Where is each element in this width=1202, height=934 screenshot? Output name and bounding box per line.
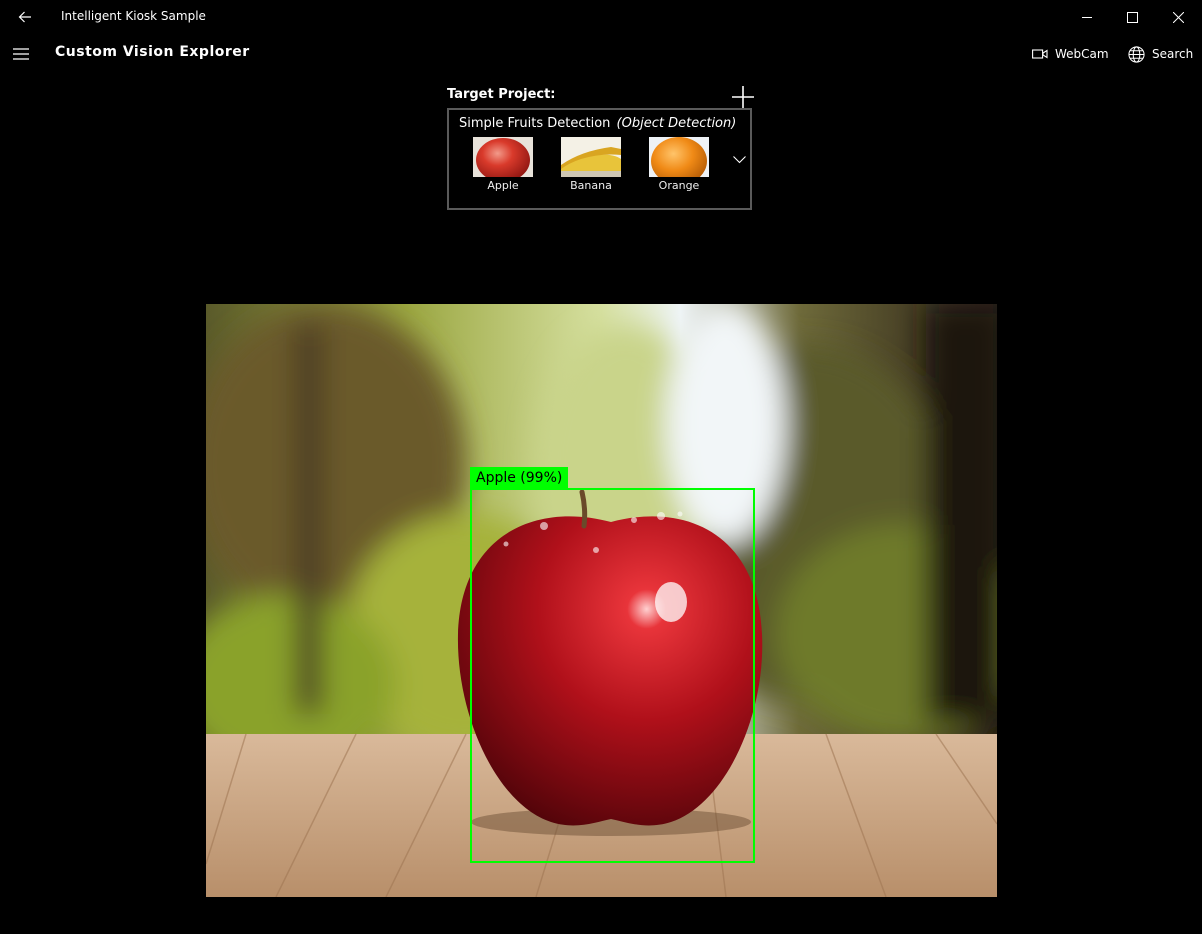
search-button[interactable]: Search <box>1128 42 1193 66</box>
hamburger-icon <box>13 48 29 60</box>
project-name-row: Simple Fruits Detection (Object Detectio… <box>459 116 736 131</box>
minimize-icon <box>1081 16 1092 18</box>
plus-icon <box>732 86 754 108</box>
title-bar: Intelligent Kiosk Sample <box>0 0 1202 34</box>
detection-bounding-box <box>470 488 755 863</box>
page-title: Custom Vision Explorer <box>55 44 250 60</box>
tag-banana: Banana <box>561 137 621 192</box>
tag-apple: Apple <box>473 137 533 192</box>
back-button[interactable] <box>8 0 42 34</box>
webcam-label: WebCam <box>1055 47 1109 61</box>
maximize-button[interactable] <box>1109 0 1155 34</box>
window-title: Intelligent Kiosk Sample <box>61 9 206 23</box>
globe-icon <box>1128 45 1145 63</box>
tag-label: Apple <box>487 179 519 192</box>
detection-label: Apple (99%) <box>470 467 569 489</box>
project-name: Simple Fruits Detection <box>459 116 611 131</box>
banana-thumbnail <box>561 137 621 177</box>
chevron-down-icon <box>732 156 746 164</box>
orange-thumbnail <box>649 137 709 177</box>
tag-label: Banana <box>570 179 612 192</box>
app-window: Intelligent Kiosk Sample Custom Vision E… <box>0 0 1202 934</box>
back-arrow-icon <box>18 11 31 23</box>
webcam-button[interactable]: WebCam <box>1032 42 1109 66</box>
app-header: Custom Vision Explorer WebCam Search <box>0 34 1202 74</box>
close-icon <box>1172 11 1184 23</box>
tag-label: Orange <box>658 179 700 192</box>
video-camera-icon <box>1032 49 1048 59</box>
minimize-button[interactable] <box>1064 0 1110 34</box>
project-selector[interactable]: Simple Fruits Detection (Object Detectio… <box>447 108 752 210</box>
search-label: Search <box>1152 47 1194 61</box>
maximize-icon <box>1126 11 1138 23</box>
tag-orange: Orange <box>649 137 709 192</box>
project-type: (Object Detection) <box>616 116 737 131</box>
add-project-button[interactable] <box>730 84 756 110</box>
project-dropdown-button[interactable] <box>729 150 749 170</box>
apple-thumbnail <box>473 137 533 177</box>
menu-button[interactable] <box>5 38 37 70</box>
close-button[interactable] <box>1155 0 1201 34</box>
target-project-label: Target Project: <box>447 87 556 102</box>
